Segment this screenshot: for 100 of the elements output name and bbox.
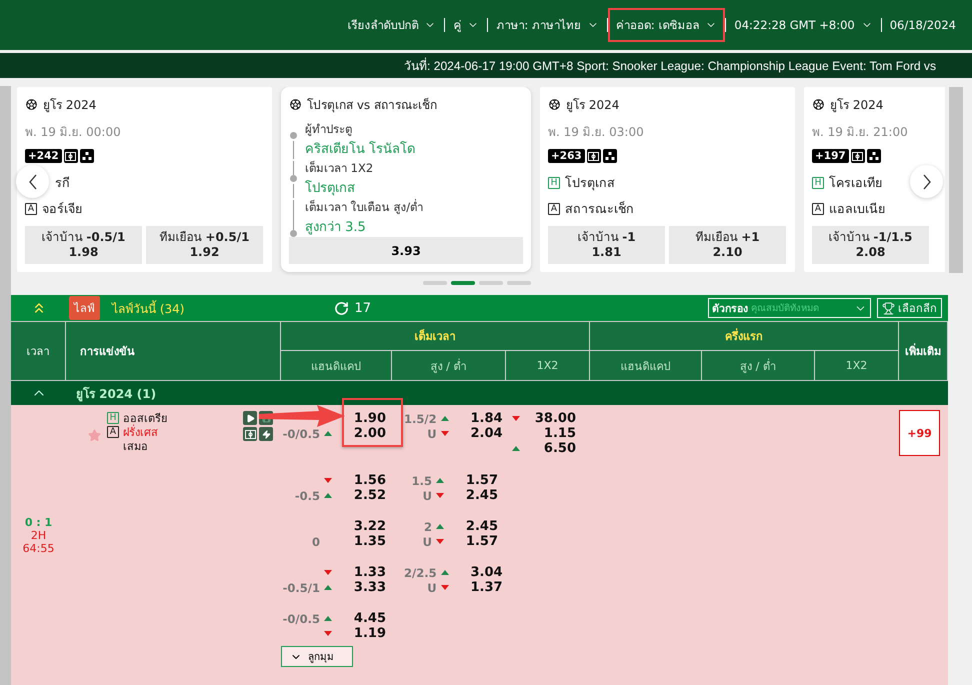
filter-select[interactable]: ตัวกรอง คุณสมบัติทั้งหมด [708, 298, 871, 318]
step-dot-icon [290, 132, 296, 139]
news-ticker: วันที่: 2024-06-17 19:00 GMT+8 Sport: Snooker League: Championship League Event: Tom Ford vs [404, 56, 936, 75]
field-icon[interactable] [243, 427, 257, 441]
team-name: สถารณะเช็ก [565, 200, 634, 218]
more-markets-badge[interactable]: +197 [812, 149, 849, 163]
tree-icon [604, 152, 615, 160]
side-badge: A [25, 203, 37, 215]
market-name: เต็มเวลา 1X2 [305, 160, 374, 177]
soccer-ball-icon [548, 98, 561, 111]
card-title: โปรตุเกส vs สถารณะเช็ก [307, 96, 437, 114]
header-menu-item[interactable]: เรียงลำดับปกติ [339, 8, 444, 42]
match-date: พ. 19 มิ.ย. 21:00 [812, 124, 909, 141]
odds-button[interactable]: ทีมเยือน +0.5/1 1.92 [146, 226, 263, 264]
handicap-line: U [422, 488, 432, 502]
odds-value[interactable]: 2.45 [448, 519, 498, 534]
side-badge: A [548, 203, 560, 215]
live-today-title[interactable]: ไลฟ์วันนี้ (34) [112, 298, 184, 318]
pick-name: โปรตุเกส [305, 179, 356, 198]
league-name: ยูโร 2024 [43, 97, 96, 114]
header-menu-item[interactable]: 04:22:28 GMT +8:00 [726, 10, 881, 40]
handicap-line: U [426, 580, 437, 594]
odds-value[interactable]: 1.57 [448, 534, 498, 549]
odds-value[interactable]: 1.90 [336, 411, 386, 426]
pick-name: คริสเตียโน โรนัลโด [305, 140, 416, 159]
soccer-ball-icon [289, 98, 302, 111]
odds-button[interactable]: เจ้าบ้าน -1/1.5 2.08 [812, 226, 929, 264]
chevron-right-icon [922, 174, 930, 190]
side-badge: H [548, 177, 560, 189]
field-icon [65, 152, 76, 160]
select-league-button[interactable]: เลือกลีก [877, 298, 942, 318]
odds-value[interactable]: 1.35 [336, 534, 386, 549]
league-name[interactable]: ยูโร 2024 (1) [76, 384, 156, 402]
odds-value[interactable]: 3.04 [452, 565, 503, 580]
odds-value[interactable]: 1.15 [524, 426, 576, 441]
team-name: รกี [55, 174, 70, 192]
more-markets-badge[interactable]: +242 [25, 149, 62, 163]
odds-button[interactable]: เจ้าบ้าน -1 1.81 [548, 226, 665, 264]
handicap-line: -0.5/1 [282, 580, 320, 594]
odds-button[interactable]: 3.93 [289, 237, 523, 264]
scrollbar[interactable] [0, 86, 11, 685]
header-menu-item[interactable]: ค่าออด: เดซิมอล [608, 8, 726, 42]
league-name: ยูโร 2024 [566, 97, 620, 114]
header-menu-item[interactable]: ภาษา: ภาษาไทย [488, 8, 607, 42]
odds-value[interactable]: 3.22 [336, 519, 386, 534]
header-menu-item[interactable]: 06/18/2024 [882, 10, 964, 40]
odds-value[interactable]: 2.04 [452, 426, 503, 441]
side-badge: H [107, 412, 119, 424]
side-badge: H [812, 177, 824, 189]
play-icon[interactable] [243, 411, 257, 425]
header-menu-item[interactable]: คู่ [445, 8, 488, 42]
handicap-line: U [422, 534, 432, 548]
handicap-line: 1.5/2 [404, 412, 437, 426]
odds-value[interactable]: 1.19 [336, 626, 386, 641]
handicap-line: -0/0.5 [282, 426, 320, 440]
more-markets-badge[interactable]: +263 [548, 149, 585, 163]
handicap-line: 2 [422, 520, 432, 534]
corners-button[interactable]: ลูกมุม [281, 646, 353, 667]
field-icon [852, 152, 864, 160]
scrollbar[interactable] [949, 87, 963, 273]
odds-value[interactable]: 38.00 [524, 411, 576, 426]
soccer-ball-icon [25, 98, 38, 111]
market-name: ผู้ทำประตู [305, 121, 353, 138]
odds-value[interactable]: 1.33 [336, 565, 386, 580]
odds-value[interactable]: 2.00 [336, 426, 386, 441]
odds-button[interactable]: เจ้าบ้าน -0.5/1 1.98 [25, 226, 142, 264]
handicap-line: 0 [310, 534, 320, 548]
match-clock: 64:55 [22, 542, 54, 554]
odds-value[interactable]: 2.52 [336, 488, 386, 503]
odds-value[interactable]: 1.84 [452, 411, 503, 426]
team-name: ออสเตรีย [123, 411, 167, 425]
filter-field[interactable]: คุณสมบัติทั้งหมด [751, 302, 851, 314]
league-name: ยูโร 2024 [830, 97, 884, 114]
handicap-line: -0.5 [294, 488, 320, 502]
team-name: ฝรั่งเศส [123, 424, 158, 441]
step-dot-icon [290, 230, 296, 237]
odds-value[interactable]: 1.57 [448, 473, 498, 488]
column-group-header: เต็มเวลา [281, 322, 590, 351]
team-name: จอร์เจีย [42, 200, 82, 218]
odds-value[interactable]: 4.45 [336, 611, 386, 626]
odds-value[interactable]: 3.33 [336, 580, 386, 595]
odds-value[interactable]: 1.37 [452, 580, 503, 595]
odds-value[interactable]: 1.56 [336, 473, 386, 488]
tree-icon [868, 152, 879, 160]
pick-name: สูงกว่า 3.5 [305, 219, 367, 237]
handicap-line: -0/0.5 [282, 612, 320, 626]
side-badge: A [812, 203, 824, 215]
team-name: โปรตุเกส [565, 174, 615, 192]
refresh-icon[interactable] [334, 300, 350, 316]
step-dot-icon [290, 175, 296, 182]
odds-value[interactable]: 2.45 [448, 488, 498, 503]
favorite-star-icon[interactable] [88, 429, 101, 442]
match-date: พ. 19 มิ.ย. 03:00 [548, 124, 645, 141]
odds-value[interactable]: 6.50 [524, 441, 576, 456]
more-bets-button[interactable]: +99 [899, 410, 940, 456]
match-period: 2H [30, 528, 46, 542]
lightning-icon[interactable] [259, 427, 273, 441]
team-name: โครเอเทีย [829, 174, 882, 192]
handicap-line: U [426, 426, 437, 440]
odds-button[interactable]: ทีมเยือน +1 2.10 [669, 226, 786, 264]
